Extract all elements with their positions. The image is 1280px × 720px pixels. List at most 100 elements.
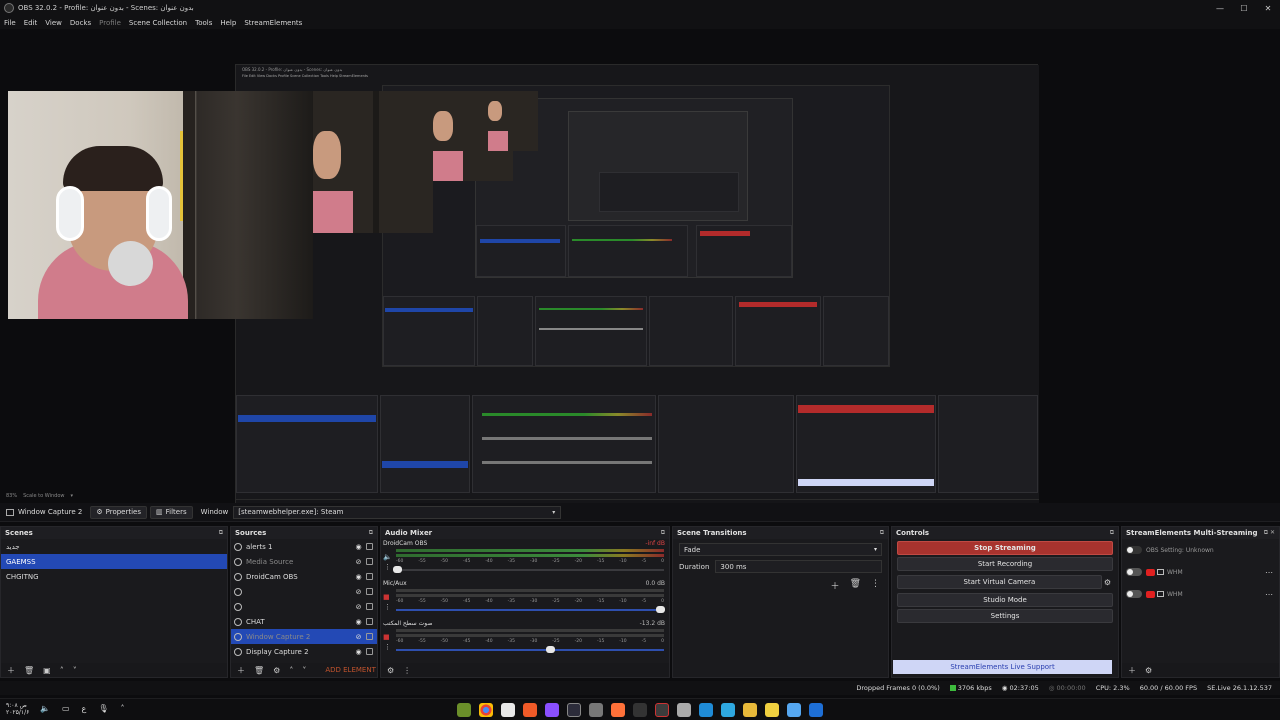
- eye-hidden-icon[interactable]: ⊘: [354, 603, 363, 611]
- source-item[interactable]: Media Source ⊘: [231, 554, 377, 569]
- menu-docks[interactable]: Docks: [66, 19, 95, 27]
- lock-icon[interactable]: [366, 648, 373, 655]
- source-item[interactable]: ⊘: [231, 584, 377, 599]
- chrome-icon[interactable]: [479, 703, 493, 717]
- move-up-button[interactable]: ˄: [289, 666, 293, 675]
- window-select[interactable]: [steamwebhelper.exe]: Steam ▾: [233, 505, 562, 519]
- undock-icon[interactable]: ⧉: [880, 529, 884, 537]
- menu-scene-collection[interactable]: Scene Collection: [125, 19, 191, 27]
- eye-icon[interactable]: ◉: [354, 648, 363, 656]
- app-icon[interactable]: [787, 703, 801, 717]
- more-options-icon[interactable]: ⋮: [384, 603, 391, 611]
- menu-help[interactable]: Help: [216, 19, 240, 27]
- toggle-switch[interactable]: [1126, 590, 1142, 598]
- undock-icon[interactable]: ⧉: [661, 529, 665, 537]
- toggle-switch[interactable]: [1126, 546, 1142, 554]
- move-up-button[interactable]: ˄: [60, 666, 64, 675]
- more-options-icon[interactable]: ⋮: [384, 563, 391, 571]
- filters-button[interactable]: ▥ Filters: [150, 505, 193, 519]
- speaker-muted-icon[interactable]: ■: [383, 593, 390, 601]
- source-item-selected[interactable]: Window Capture 2 ⊘: [231, 629, 377, 644]
- duration-input[interactable]: 300 ms: [715, 560, 882, 573]
- scene-item[interactable]: جديد: [1, 539, 227, 554]
- lock-icon[interactable]: [366, 558, 373, 565]
- more-options-icon[interactable]: ⋯: [1265, 590, 1273, 599]
- source-item[interactable]: DroidCam OBS ◉: [231, 569, 377, 584]
- start-virtual-camera-button[interactable]: Start Virtual Camera: [897, 575, 1102, 589]
- source-item[interactable]: Display Capture 2 ◉: [231, 644, 377, 659]
- undock-icon[interactable]: ⧉: [1110, 529, 1114, 537]
- capcut-icon[interactable]: [501, 703, 515, 717]
- volume-knob[interactable]: [546, 646, 555, 653]
- windows-icon[interactable]: [809, 703, 823, 717]
- speaker-icon[interactable]: 🔈: [383, 553, 392, 561]
- lock-icon[interactable]: [366, 603, 373, 610]
- volume-slider[interactable]: [396, 609, 664, 611]
- obs-taskbar-icon[interactable]: [655, 703, 669, 717]
- obs-taskbar-icon[interactable]: [567, 703, 581, 717]
- discord-icon[interactable]: [545, 703, 559, 717]
- add-destination-button[interactable]: ＋: [1128, 665, 1136, 676]
- network-icon[interactable]: ▭: [62, 704, 70, 713]
- language-indicator[interactable]: ع: [82, 704, 87, 713]
- maximize-button[interactable]: ☐: [1232, 0, 1256, 16]
- remove-source-button[interactable]: 🗑: [254, 666, 264, 675]
- live-support-button[interactable]: StreamElements Live Support: [893, 660, 1112, 674]
- remove-scene-button[interactable]: 🗑: [24, 666, 34, 675]
- start-recording-button[interactable]: Start Recording: [897, 557, 1113, 571]
- more-options-icon[interactable]: ⋮: [871, 579, 880, 592]
- add-scene-button[interactable]: ＋: [7, 665, 15, 676]
- undock-icon[interactable]: ⧉: [219, 529, 223, 537]
- eye-icon[interactable]: ◉: [354, 618, 363, 626]
- toggle-switch[interactable]: [1126, 568, 1142, 576]
- add-element-button[interactable]: ADD ELEMENT: [325, 666, 376, 674]
- volume-slider[interactable]: [396, 649, 664, 651]
- eye-hidden-icon[interactable]: ⊘: [354, 558, 363, 566]
- source-item[interactable]: ⊘: [231, 599, 377, 614]
- add-source-button[interactable]: ＋: [237, 665, 245, 676]
- volume-knob[interactable]: [393, 566, 402, 573]
- source-properties-button[interactable]: ⚙: [273, 666, 280, 675]
- transition-select[interactable]: Fade ▾: [679, 543, 882, 556]
- menu-edit[interactable]: Edit: [20, 19, 42, 27]
- minimize-button[interactable]: —: [1208, 0, 1232, 16]
- app-icon[interactable]: [457, 703, 471, 717]
- settings-icon[interactable]: [589, 703, 603, 717]
- eye-hidden-icon[interactable]: ⊘: [354, 633, 363, 641]
- source-item[interactable]: alerts 1 ◉: [231, 539, 377, 554]
- edge-icon[interactable]: [721, 703, 735, 717]
- lock-icon[interactable]: [366, 633, 373, 640]
- microphone-icon[interactable]: 🎙: [98, 704, 108, 713]
- menu-view[interactable]: View: [41, 19, 66, 27]
- lock-icon[interactable]: [366, 543, 373, 550]
- eye-icon[interactable]: ◉: [354, 573, 363, 581]
- chevron-down-icon[interactable]: ▾: [71, 493, 74, 499]
- speaker-muted-icon[interactable]: ■: [383, 633, 390, 641]
- source-item[interactable]: CHAT ◉: [231, 614, 377, 629]
- menu-streamelements[interactable]: StreamElements: [240, 19, 306, 27]
- studio-mode-button[interactable]: Studio Mode: [897, 593, 1113, 607]
- stop-streaming-button[interactable]: Stop Streaming: [897, 541, 1113, 555]
- explorer-icon[interactable]: [743, 703, 757, 717]
- volume-icon[interactable]: 🔈: [40, 704, 50, 713]
- scene-item[interactable]: CHGITNG: [1, 569, 227, 584]
- firefox-icon[interactable]: [611, 703, 625, 717]
- preview-area[interactable]: OBS 32.0.2 - Profile: بدون عنوان - Scene…: [0, 29, 1280, 517]
- eye-icon[interactable]: ◉: [354, 543, 363, 551]
- more-options-icon[interactable]: ⋮: [403, 666, 411, 675]
- lock-icon[interactable]: [366, 618, 373, 625]
- gear-icon[interactable]: ⚙: [1104, 578, 1111, 587]
- gear-icon[interactable]: ⚙: [1145, 666, 1152, 675]
- add-transition-button[interactable]: ＋: [831, 579, 840, 592]
- app-icon[interactable]: [633, 703, 647, 717]
- menu-tools[interactable]: Tools: [191, 19, 216, 27]
- app-icon[interactable]: [523, 703, 537, 717]
- calculator-icon[interactable]: [677, 703, 691, 717]
- volume-knob[interactable]: [656, 606, 665, 613]
- remove-transition-button[interactable]: 🗑: [850, 579, 861, 592]
- menu-profile[interactable]: Profile: [95, 19, 125, 27]
- mixer-settings-icon[interactable]: ⚙: [387, 666, 394, 675]
- undock-icon[interactable]: ⧉: [369, 529, 373, 537]
- lock-icon[interactable]: [366, 573, 373, 580]
- move-down-button[interactable]: ˅: [73, 666, 77, 675]
